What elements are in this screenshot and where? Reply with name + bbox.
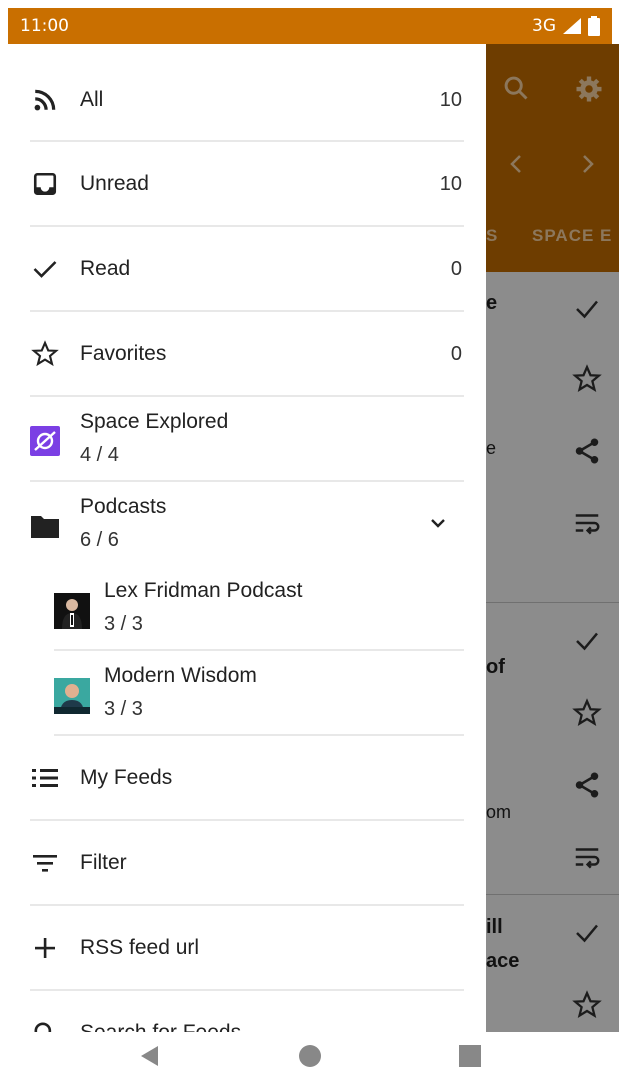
feed-unread-count: 3 / 3 bbox=[104, 698, 143, 720]
rss-icon bbox=[30, 85, 60, 115]
feed-folder-podcasts[interactable]: Podcasts 6 / 6 bbox=[8, 485, 486, 565]
battery-icon bbox=[588, 16, 600, 36]
signal-icon bbox=[563, 18, 581, 34]
search-icon bbox=[30, 1018, 60, 1032]
drawer-item-read[interactable]: Read 0 bbox=[8, 243, 486, 295]
chevron-down-icon[interactable] bbox=[426, 511, 450, 540]
drawer-action-search-for-feeds[interactable]: Search for Feeds bbox=[8, 1007, 486, 1032]
network-type: 3G bbox=[532, 16, 556, 36]
recents-icon[interactable] bbox=[458, 1045, 481, 1067]
feed-title: Modern Wisdom bbox=[104, 664, 257, 687]
drawer-scrim[interactable] bbox=[486, 44, 619, 1032]
drawer-item-count: 10 bbox=[439, 88, 462, 111]
drawer-action-filter[interactable]: Filter bbox=[8, 837, 486, 889]
feed-item-space-explored[interactable]: Space Explored 4 / 4 bbox=[8, 400, 486, 480]
plus-icon bbox=[30, 933, 60, 963]
system-nav-bar bbox=[0, 1032, 619, 1080]
drawer-action-label: Filter bbox=[80, 851, 127, 874]
feed-unread-count: 3 / 3 bbox=[104, 613, 143, 635]
drawer-action-label: RSS feed url bbox=[80, 936, 200, 959]
folder-title: Podcasts bbox=[80, 495, 167, 518]
modern-wisdom-thumbnail-icon bbox=[54, 678, 90, 714]
filter-icon bbox=[30, 848, 60, 878]
star-outline-icon bbox=[30, 339, 60, 369]
drawer-item-count: 0 bbox=[450, 257, 462, 280]
drawer-item-count: 0 bbox=[450, 342, 462, 365]
feed-title: Space Explored bbox=[80, 410, 229, 433]
drawer-item-label: Unread bbox=[80, 172, 149, 195]
navigation-drawer: All 10 Unread 10 Read 0 Favorites 0 Spac… bbox=[8, 44, 486, 1032]
drawer-action-rss-feed-url[interactable]: RSS feed url bbox=[8, 922, 486, 974]
feed-title: Lex Fridman Podcast bbox=[104, 579, 303, 602]
status-time: 11:00 bbox=[20, 16, 69, 36]
inbox-icon bbox=[30, 169, 60, 199]
back-icon[interactable] bbox=[138, 1044, 162, 1068]
lex-fridman-thumbnail-icon bbox=[54, 593, 90, 629]
status-bar: 11:00 3G bbox=[8, 8, 612, 44]
list-icon bbox=[30, 763, 60, 793]
drawer-item-label: Favorites bbox=[80, 342, 167, 365]
drawer-action-label: My Feeds bbox=[80, 766, 173, 789]
home-icon[interactable] bbox=[298, 1044, 322, 1068]
drawer-item-all[interactable]: All 10 bbox=[8, 74, 486, 126]
drawer-item-label: Read bbox=[80, 257, 131, 280]
drawer-item-count: 10 bbox=[439, 172, 462, 195]
feed-unread-count: 4 / 4 bbox=[80, 444, 119, 466]
drawer-action-label: Search for Feeds bbox=[80, 1021, 241, 1032]
feed-item-modern-wisdom[interactable]: Modern Wisdom 3 / 3 bbox=[8, 654, 486, 734]
drawer-item-label: All bbox=[80, 88, 104, 111]
space-explored-logo-icon bbox=[30, 426, 60, 456]
check-icon bbox=[30, 254, 60, 284]
folder-unread-count: 6 / 6 bbox=[80, 529, 119, 551]
feed-item-lex-fridman-podcast[interactable]: Lex Fridman Podcast 3 / 3 bbox=[8, 569, 486, 649]
drawer-item-favorites[interactable]: Favorites 0 bbox=[8, 328, 486, 380]
drawer-item-unread[interactable]: Unread 10 bbox=[8, 158, 486, 210]
drawer-action-my-feeds[interactable]: My Feeds bbox=[8, 752, 486, 804]
folder-icon bbox=[30, 511, 60, 541]
